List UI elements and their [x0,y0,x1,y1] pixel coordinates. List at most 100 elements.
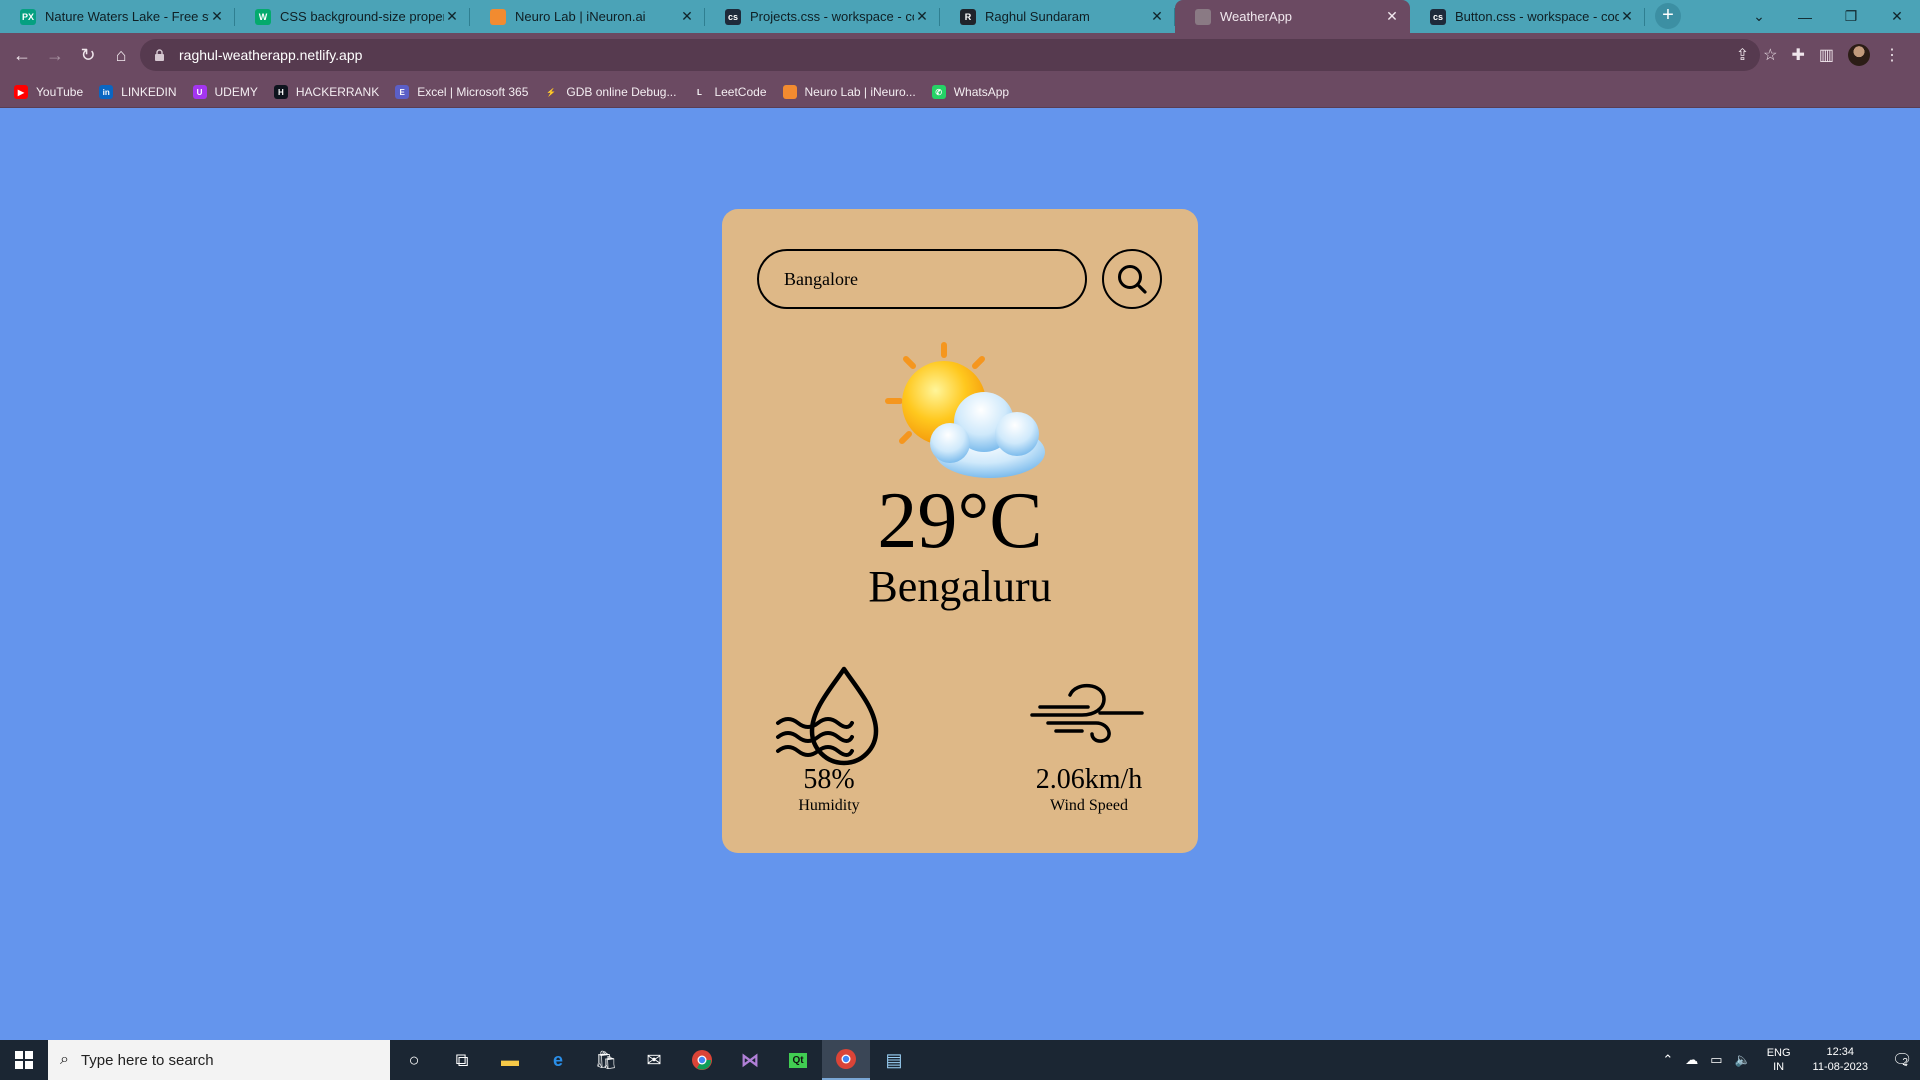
tab-favicon-icon [490,8,506,25]
browser-tab[interactable]: R Raghul Sundaram ✕ [940,0,1175,33]
tab-favicon-icon [1195,8,1211,25]
forward-button[interactable]: → [39,39,71,71]
browser-tab[interactable]: cs Projects.css - workspace - code-✕ [705,0,940,33]
humidity-label: Humidity [798,796,860,814]
notification-count: 2 [1902,1056,1908,1068]
browser-tab[interactable]: WeatherApp ✕ [1175,0,1410,33]
language-indicator[interactable]: ENG IN [1767,1046,1791,1075]
bookmark-item[interactable]: H HACKERRANK [273,85,380,99]
wind-label: Wind Speed [1049,796,1128,814]
close-window-button[interactable]: ✕ [1874,0,1920,33]
tab-separator [1644,8,1645,26]
tab-close-icon[interactable]: ✕ [914,8,930,25]
windows-taskbar: ⌕ Type here to search ○ ⧉ ▬ e 🛍 ✉ ⋈ Qt ▤… [0,1040,1920,1080]
bookmarks-bar: ▶ YouTube in LINKEDIN U UDEMY H HACKERRANK E Exce… [0,77,1920,108]
city-search-input[interactable] [757,249,1087,309]
volume-icon[interactable]: 🔈 [1735,1052,1751,1068]
bookmark-label: GDB online Debug... [566,85,677,99]
file-explorer-icon[interactable]: ▬ [486,1040,534,1080]
bookmark-label: HACKERRANK [295,85,380,99]
store-icon[interactable]: 🛍 [582,1040,630,1080]
window-controls: ⌄ — ❐ ✕ [1736,0,1920,33]
restore-button[interactable]: ❐ [1828,0,1874,33]
qt-creator-icon[interactable]: Qt [774,1040,822,1080]
clock-date: 11-08-2023 [1812,1061,1868,1073]
tab-close-icon[interactable]: ✕ [1619,8,1635,25]
extensions-icon[interactable]: ✚ [1791,45,1804,65]
browser-tab[interactable]: PX Nature Waters Lake - Free stock✕ [0,0,235,33]
new-tab-button[interactable]: + [1655,3,1681,29]
browser-tab[interactable]: Neuro Lab | iNeuron.ai ✕ [470,0,705,33]
search-icon [1118,265,1147,294]
bookmark-item[interactable]: U UDEMY [192,85,258,99]
bookmark-star-icon[interactable]: ☆ [1763,45,1777,65]
side-panel-icon[interactable]: ▥ [1819,45,1834,65]
tab-search-icon[interactable]: ⌄ [1736,0,1782,33]
tab-close-icon[interactable]: ✕ [679,8,695,25]
onedrive-icon[interactable]: ☁ [1685,1052,1698,1068]
chrome-logo-icon [692,1050,712,1070]
temperature: 29°C [877,477,1043,565]
humidity-value: 58% [803,764,855,795]
search-icon: ⌕ [60,1051,69,1068]
cortana-icon[interactable]: ○ [390,1040,438,1080]
wind-icon [1030,684,1144,743]
task-view-icon[interactable]: ⧉ [438,1040,486,1080]
browser-tab[interactable]: cs Button.css - workspace - code-s✕ [1410,0,1645,33]
share-icon[interactable]: ⇪ [1736,45,1749,65]
search-button[interactable] [1102,249,1162,309]
wind-stat: 2.06km/h Wind Speed [999,764,1179,815]
windows-logo-icon [15,1051,33,1069]
wind-value: 2.06km/h [1035,764,1143,795]
bookmark-label: LINKEDIN [121,85,177,99]
bookmark-item[interactable]: E Excel | Microsoft 365 [395,85,528,99]
bookmark-item[interactable]: ⚡ GDB online Debug... [544,85,676,99]
edge-icon[interactable]: e [534,1040,582,1080]
mail-icon[interactable]: ✉ [630,1040,678,1080]
tab-close-icon[interactable]: ✕ [444,8,460,25]
tab-strip: PXNature Waters Lake - Free stock✕WCSS b… [0,0,1920,33]
notification-center-button[interactable]: 🗨 2 [1880,1040,1920,1080]
chrome-icon[interactable] [678,1040,726,1080]
bookmark-item[interactable]: in LINKEDIN [99,85,177,99]
language-code: ENG [1766,1046,1791,1059]
bookmark-item[interactable]: Neuro Lab | iNeuro... [782,85,916,99]
bookmark-item[interactable]: ✆ WhatsApp [931,85,1009,99]
bookmark-favicon-icon: U [192,85,207,99]
browser-tab[interactable]: W CSS background-size property ✕ [235,0,470,33]
taskbar-search-box[interactable]: ⌕ Type here to search [48,1040,390,1080]
bookmark-favicon-icon [782,85,797,99]
reload-button[interactable]: ↻ [72,39,104,71]
network-icon[interactable]: ▭ [1710,1052,1722,1068]
tab-title: Raghul Sundaram [985,9,1090,24]
toolbar-actions: ⇪ ☆ ✚ ▥ ⋮ [1736,39,1900,71]
visual-studio-icon[interactable]: ⋈ [726,1040,774,1080]
tab-close-icon[interactable]: ✕ [1149,8,1165,25]
clock[interactable]: 12:34 11-08-2023 [1813,1045,1868,1075]
back-button[interactable]: ← [6,39,38,71]
profile-avatar[interactable] [1848,44,1870,66]
tab-favicon-icon: cs [725,8,741,25]
bookmark-item[interactable]: ▶ YouTube [14,85,83,99]
menu-kebab-icon[interactable]: ⋮ [1884,45,1900,65]
chevron-up-icon[interactable]: ⌃ [1662,1052,1673,1068]
browser-toolbar: ← → ↻ ⌂ raghul-weatherapp.netlify.app ⇪ … [0,33,1920,77]
tab-favicon-icon: W [255,8,271,25]
bookmark-item[interactable]: L LeetCode [692,85,767,99]
notepad-icon[interactable]: ▤ [870,1040,918,1080]
region-code: IN [1773,1061,1785,1073]
sun-behind-cloud-icon [885,342,1045,478]
chrome-active-icon[interactable] [822,1040,870,1080]
minimize-button[interactable]: — [1782,0,1828,33]
bookmark-label: Excel | Microsoft 365 [417,85,529,99]
home-button[interactable]: ⌂ [105,39,137,71]
start-button[interactable] [0,1040,48,1080]
bookmark-favicon-icon: in [99,85,114,99]
bookmark-label: YouTube [36,85,84,99]
bookmark-favicon-icon: ▶ [14,85,28,99]
tab-title: Neuro Lab | iNeuron.ai [515,9,646,24]
tab-close-icon[interactable]: ✕ [209,8,225,25]
address-bar[interactable]: raghul-weatherapp.netlify.app [140,39,1760,71]
tab-close-icon[interactable]: ✕ [1384,8,1400,25]
lock-icon [155,49,164,61]
